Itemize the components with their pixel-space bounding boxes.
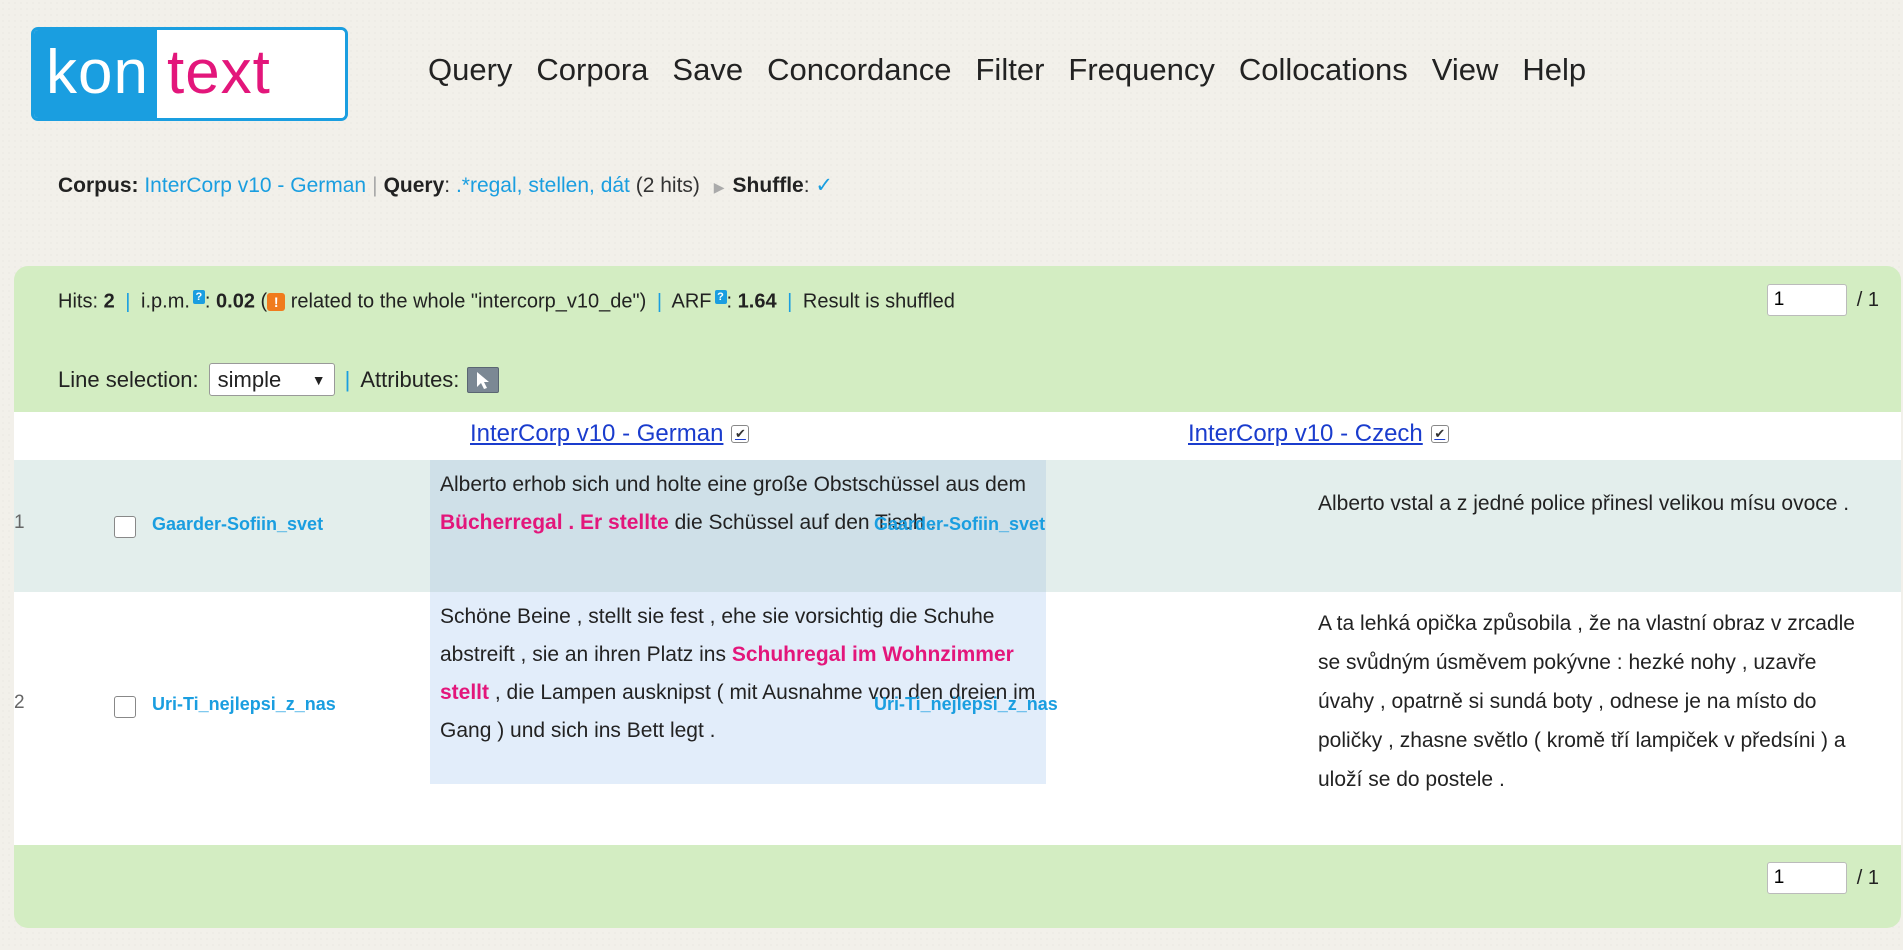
corpus-header-link[interactable]: InterCorp v10 - German (470, 420, 723, 448)
pager-bottom: / 1 (1766, 862, 1879, 894)
ipm-value: 0.02 (216, 290, 255, 313)
line-select-checkbox[interactable] (114, 516, 136, 538)
hits-label: Hits: (58, 290, 98, 313)
corpus-header-german: InterCorp v10 - German (470, 420, 750, 448)
corpus-label: Corpus: (58, 174, 139, 197)
menu-query[interactable]: Query (428, 52, 512, 88)
corpus-header-czech: InterCorp v10 - Czech (1188, 420, 1449, 448)
table-row: 1 Gaarder-Sofiin_svet Alberto erhob sich… (14, 460, 1901, 592)
menu-save[interactable]: Save (672, 52, 743, 88)
attributes-settings-icon[interactable] (467, 366, 500, 393)
kwic-cell: Schöne Beine , stellt sie fest , ehe sie… (430, 592, 1046, 784)
line-selection-label: Line selection: (58, 366, 199, 392)
aligned-text-cell: Alberto vstal a z jedné police přinesl v… (1318, 492, 1850, 515)
menu-help[interactable]: Help (1522, 52, 1586, 88)
help-icon[interactable]: ? (714, 290, 727, 304)
hits-value: 2 (103, 290, 115, 313)
document-ref-link[interactable]: Gaarder-Sofiin_svet (152, 514, 323, 535)
document-ref-link[interactable]: Uri-Ti_nejlepsi_z_nas (152, 694, 336, 715)
page-input[interactable] (1766, 862, 1847, 894)
aligned-ref-link[interactable]: Uri-Ti_nejlepsi_z_nas (874, 694, 1058, 715)
corpus-link[interactable]: InterCorp v10 - German (144, 174, 366, 197)
warning-icon: ! (267, 293, 286, 312)
kwic-keyword[interactable]: Bücherregal . Er stellte (440, 511, 669, 534)
arf-label: ARF (671, 290, 712, 313)
main-menu: Query Corpora Save Concordance Filter Fr… (428, 52, 1610, 88)
attributes-label: Attributes: (360, 366, 460, 392)
line-selection-value: simple (217, 366, 282, 392)
ipm-label: i.p.m. (141, 290, 190, 313)
menu-corpora[interactable]: Corpora (536, 52, 648, 88)
page-input[interactable] (1766, 284, 1847, 316)
aligned-text-cell: A ta lehká opička způsobila , že na vlas… (1318, 612, 1855, 791)
line-selection-select[interactable]: simple ▼ (208, 363, 335, 396)
line-selection-bar: Line selection: simple ▼ | Attributes: (58, 363, 500, 396)
line-select-checkbox[interactable] (114, 696, 136, 718)
row-number: 1 (14, 512, 25, 533)
corpus-toggle-checkbox[interactable] (1430, 425, 1449, 443)
arf-value: 1.64 (737, 290, 777, 313)
related-text: related to the whole "intercorp_v10_de") (290, 290, 647, 313)
aligned-ref-link[interactable]: Gaarder-Sofiin_svet (874, 514, 1045, 535)
shuffled-text: Result is shuffled (802, 290, 955, 313)
query-label: Query (383, 174, 445, 197)
menu-view[interactable]: View (1432, 52, 1499, 88)
shuffle-check-link[interactable]: ✓ (815, 174, 833, 197)
page-total: / 1 (1856, 866, 1879, 889)
menu-collocations[interactable]: Collocations (1239, 52, 1408, 88)
dropdown-arrow-icon: ▼ (311, 371, 326, 388)
concordance-table: InterCorp v10 - German InterCorp v10 - C… (14, 412, 1901, 845)
shuffle-label: Shuffle (732, 174, 804, 197)
help-icon[interactable]: ? (192, 290, 205, 304)
page-total: / 1 (1856, 288, 1879, 311)
results-panel: Hits: 2 | i.p.m.?: 0.02 (! related to th… (14, 266, 1901, 928)
corpus-header-link[interactable]: InterCorp v10 - Czech (1188, 420, 1423, 448)
breadcrumb: Corpus: InterCorp v10 - German | Query: .*… (58, 174, 833, 197)
query-link[interactable]: .*regal, stellen, dát (456, 174, 630, 197)
play-triangle-icon: ▶ (713, 179, 725, 195)
pager-top: / 1 (1766, 284, 1879, 316)
menu-filter[interactable]: Filter (976, 52, 1045, 88)
row-number: 2 (14, 692, 25, 713)
separator: | (787, 290, 793, 313)
table-row: 2 Uri-Ti_nejlepsi_z_nas Schöne Beine , s… (14, 592, 1901, 809)
menu-frequency[interactable]: Frequency (1068, 52, 1214, 88)
corpus-toggle-checkbox[interactable] (731, 425, 750, 443)
hits-note: (2 hits) (635, 174, 700, 197)
separator: | (344, 366, 351, 392)
kwic-left: Alberto erhob sich und holte eine große … (440, 473, 1027, 496)
kontext-logo[interactable]: kon text (31, 27, 348, 121)
logo-part-text: text (156, 30, 345, 118)
menu-concordance[interactable]: Concordance (767, 52, 951, 88)
separator: | (656, 290, 663, 313)
separator: | (372, 174, 378, 197)
stats-line: Hits: 2 | i.p.m.?: 0.02 (! related to th… (58, 290, 955, 313)
logo-part-kon: kon (34, 30, 157, 118)
separator: | (125, 290, 131, 313)
